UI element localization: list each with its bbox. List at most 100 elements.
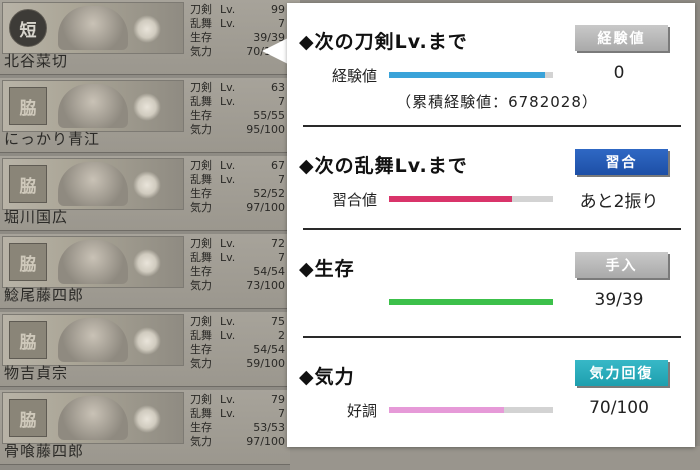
stat-unit: Lv. (220, 407, 236, 420)
stat-value: 75 (271, 315, 285, 328)
stat-key: 刀剣 (190, 315, 212, 328)
section-ranbu-level: ◆次の乱舞Lv.まで 習合 習合値 あと2振り (287, 127, 695, 237)
stat-key: 生存 (190, 265, 212, 278)
stat-value: 2 (278, 329, 285, 342)
stat-row: 乱舞 Lv. 7 (190, 407, 285, 421)
sword-portrait: 脇 (2, 236, 184, 288)
sword-card[interactable]: 脇物吉貞宗 刀剣 Lv. 75 乱舞 Lv. 2 生存 54/54 気力 59/100 (0, 312, 300, 387)
character-face (58, 84, 128, 128)
stat-row: 気力 97/100 (190, 435, 285, 449)
repair-button[interactable]: 手入 (575, 252, 668, 278)
stat-row: 乱舞 Lv. 7 (190, 251, 285, 265)
sword-portrait: 短 (2, 2, 184, 54)
stat-row: 刀剣 Lv. 72 (190, 237, 285, 251)
stat-unit: Lv. (220, 329, 236, 342)
stat-key: 乱舞 (190, 407, 212, 420)
stat-row: 生存 54/54 (190, 265, 285, 279)
stat-row: 刀剣 Lv. 99 (190, 3, 285, 17)
stat-key: 乱舞 (190, 95, 212, 108)
stat-row: 生存 54/54 (190, 343, 285, 357)
stat-unit: Lv. (220, 17, 236, 30)
stat-key: 刀剣 (190, 237, 212, 250)
stat-unit (220, 187, 244, 201)
stat-key: 乱舞 (190, 17, 212, 30)
stat-key: 気力 (190, 45, 212, 58)
sword-type-badge: 脇 (9, 87, 47, 125)
character-face (58, 318, 128, 362)
stat-unit: Lv. (220, 3, 236, 16)
stat-key: 生存 (190, 31, 212, 44)
stat-row: 気力 73/100 (190, 279, 285, 293)
stat-row: 刀剣 Lv. 79 (190, 393, 285, 407)
merge-button[interactable]: 習合 (575, 149, 668, 175)
hp-bar-fill (389, 299, 553, 305)
sword-portrait: 脇 (2, 80, 184, 132)
stat-unit: Lv. (220, 81, 236, 94)
stat-unit (220, 279, 244, 293)
stat-key: 生存 (190, 343, 212, 356)
stat-key: 乱舞 (190, 251, 212, 264)
stat-unit: Lv. (220, 315, 236, 328)
stat-value: 63 (271, 81, 285, 94)
sword-name: 物吉貞宗 (4, 364, 69, 382)
status-detail-panel: ◆次の刀剣Lv.まで 経験値 経験値 0 （累積経験値：6782028） ◆次の… (287, 3, 695, 447)
panel-pointer (262, 38, 288, 64)
stat-row: 気力 97/100 (190, 201, 285, 215)
stat-unit (220, 357, 244, 371)
stat-value: 52/52 (253, 187, 285, 200)
stat-row: 乱舞 Lv. 7 (190, 17, 285, 31)
sword-stats: 刀剣 Lv. 75 乱舞 Lv. 2 生存 54/54 気力 59/100 (190, 315, 285, 371)
stat-row: 刀剣 Lv. 67 (190, 159, 285, 173)
stat-unit (220, 109, 244, 123)
section-morale: ◆気力 気力回復 好調 70/100 (287, 338, 695, 448)
morale-label: 好調 (346, 402, 377, 420)
stat-row: 生存 53/53 (190, 421, 285, 435)
morale-value: 70/100 (589, 398, 649, 418)
stat-key: 刀剣 (190, 393, 212, 406)
hp-value: 39/39 (594, 290, 644, 310)
stat-key: 乱舞 (190, 329, 212, 342)
stat-key: 刀剣 (190, 81, 212, 94)
stat-value: 59/100 (246, 357, 285, 370)
experience-label: 経験値 (331, 67, 377, 85)
sword-stats: 刀剣 Lv. 72 乱舞 Lv. 7 生存 54/54 気力 73/100 (190, 237, 285, 293)
stat-key: 気力 (190, 123, 212, 136)
sword-stats: 刀剣 Lv. 63 乱舞 Lv. 7 生存 55/55 気力 95/100 (190, 81, 285, 137)
stat-unit (220, 123, 244, 137)
stat-key: 生存 (190, 187, 212, 200)
sword-card[interactable]: 脇鯰尾藤四郎 刀剣 Lv. 72 乱舞 Lv. 7 生存 54/54 気力 73/100 (0, 234, 300, 309)
stat-row: 気力 95/100 (190, 123, 285, 137)
stat-unit: Lv. (220, 173, 236, 186)
experience-value: 0 (613, 63, 625, 83)
merge-value: あと2振り (579, 192, 659, 212)
stat-row: 乱舞 Lv. 7 (190, 95, 285, 109)
morale-bar (389, 407, 553, 413)
sword-name: にっかり青江 (4, 130, 101, 148)
experience-bar-fill (389, 72, 545, 78)
experience-button[interactable]: 経験値 (575, 25, 668, 51)
sword-name: 堀川国広 (4, 208, 69, 226)
sakura-icon (133, 405, 161, 433)
sword-name: 北谷菜切 (4, 52, 69, 70)
stat-key: 刀剣 (190, 159, 212, 172)
stat-unit (220, 421, 244, 435)
morale-recovery-button[interactable]: 気力回復 (575, 360, 668, 386)
sword-card[interactable]: 脇堀川国広 刀剣 Lv. 67 乱舞 Lv. 7 生存 52/52 気力 97/100 (0, 156, 300, 231)
stat-unit (220, 435, 244, 449)
stat-unit (220, 45, 244, 59)
stat-row: 気力 59/100 (190, 357, 285, 371)
character-face (58, 6, 128, 50)
stat-key: 気力 (190, 201, 212, 214)
stat-value: 54/54 (253, 265, 285, 278)
stat-unit: Lv. (220, 95, 236, 108)
hp-title: ◆生存 (299, 258, 355, 280)
sword-type-badge: 脇 (9, 321, 47, 359)
sword-name: 鯰尾藤四郎 (4, 286, 85, 304)
sword-card[interactable]: 短北谷菜切 刀剣 Lv. 99 乱舞 Lv. 7 生存 39/39 気力 70/100 (0, 0, 300, 75)
cumulative-experience: （累積経験値：6782028） (396, 93, 598, 111)
sword-card[interactable]: 脇骨喰藤四郎 刀剣 Lv. 79 乱舞 Lv. 7 生存 53/53 気力 97/100 (0, 390, 300, 465)
sword-card[interactable]: 脇にっかり青江 刀剣 Lv. 63 乱舞 Lv. 7 生存 55/55 気力 95/100 (0, 78, 300, 153)
stat-key: 気力 (190, 279, 212, 292)
morale-bar-fill (389, 407, 504, 413)
sakura-icon (133, 327, 161, 355)
